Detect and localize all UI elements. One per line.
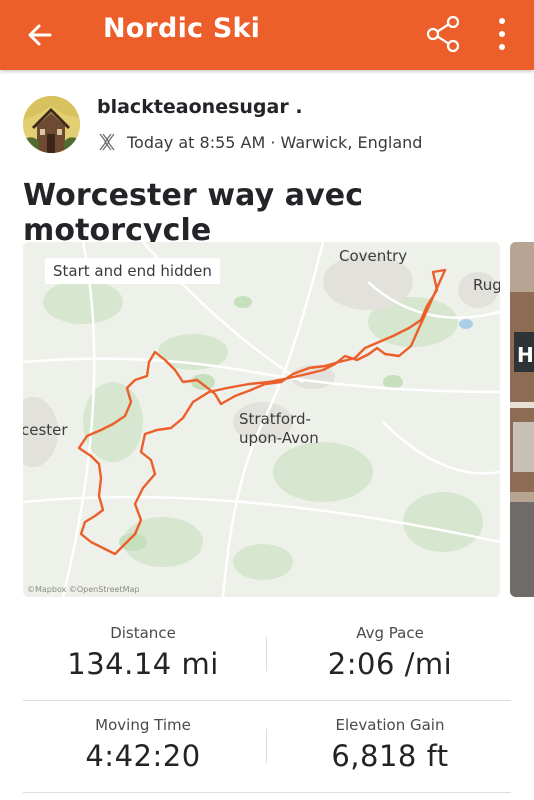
stat-value: 2:06 /mi [327,647,453,681]
stat-elevation-gain: Elevation Gain 6,818 ft [270,716,510,773]
stat-value: 134.14 mi [67,647,219,681]
map-label-stratford-line1: Stratford- [239,410,311,428]
activity-photo[interactable]: H [510,242,534,597]
privacy-badge: Start and end hidden [45,258,220,284]
stat-value: 4:42:20 [85,739,201,773]
stats-row-divider [23,700,511,701]
share-icon[interactable] [424,14,464,54]
activity-time-location: Today at 8:55 AM · Warwick, England [127,132,423,152]
athlete-name[interactable]: blackteaonesugar . [97,96,303,118]
stats-bottom-divider [23,792,511,793]
map-label-worcester: cester [23,421,68,439]
stat-avg-pace: Avg Pace 2:06 /mi [270,624,510,681]
stat-distance: Distance 134.14 mi [23,624,263,681]
stat-divider [266,637,267,671]
more-options-icon[interactable] [488,14,516,54]
stat-label: Moving Time [95,716,191,734]
map-credit: ©Mapbox ©OpenStreetMap [27,585,140,594]
back-arrow-icon[interactable] [22,17,58,53]
stat-value: 6,818 ft [331,739,449,773]
page-title: Nordic Ski [103,13,261,44]
stat-label: Elevation Gain [335,716,445,734]
map-label-coventry: Coventry [339,247,408,265]
map-label-stratford-line2: upon-Avon [239,429,319,447]
route-map[interactable]: Start and end hidden Coventry Rug Stratf… [23,242,500,597]
activity-meta: Today at 8:55 AM · Warwick, England [97,131,422,153]
svg-text:H: H [517,343,534,367]
stat-moving-time: Moving Time 4:42:20 [23,716,263,773]
app-bar: Nordic Ski [0,0,534,70]
x-device-icon [99,133,115,151]
stat-label: Avg Pace [356,624,424,642]
map-label-rugby: Rug [473,276,500,294]
activity-title: Worcester way avec motorcycle [23,178,364,248]
avatar[interactable] [23,96,80,153]
stat-divider [266,729,267,763]
stat-label: Distance [110,624,176,642]
